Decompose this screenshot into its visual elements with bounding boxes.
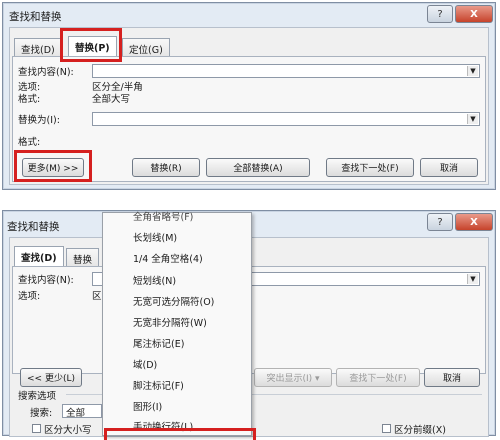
highlight-replace-tab (60, 28, 122, 62)
highlight-menu-item (104, 428, 256, 440)
close-button[interactable]: X (455, 213, 493, 231)
search-direction-value: 全部 (66, 408, 86, 419)
replace-format-label: 格式: (18, 137, 41, 148)
format-value: 全部大写 (92, 94, 131, 105)
menu-item[interactable]: 脚注标记(F) (133, 378, 184, 392)
search-options-heading: 搜索选项 (18, 391, 57, 402)
search-label: 搜索: (30, 408, 53, 419)
dialog-title: 查找和替换 (9, 11, 62, 23)
replace-button[interactable]: 替换(R) (132, 158, 200, 177)
match-prefix-checkbox[interactable] (382, 424, 391, 433)
less-button[interactable]: << 更少(L) (20, 368, 82, 387)
dropdown-arrow-icon[interactable]: ▼ (467, 114, 478, 124)
cancel-button[interactable]: 取消 (424, 368, 480, 387)
tab-goto[interactable]: 定位(G) (122, 38, 170, 56)
match-case-checkbox[interactable] (32, 424, 41, 433)
menu-item[interactable]: 1/4 全角空格(4) (133, 251, 203, 265)
menu-item[interactable]: 域(D) (133, 357, 157, 371)
dropdown-arrow-icon[interactable]: ▼ (467, 66, 478, 76)
search-direction-select[interactable]: 全部 (62, 404, 102, 419)
find-label: 查找内容(N): (18, 275, 74, 286)
replace-all-button[interactable]: 全部替换(A) (206, 158, 310, 177)
find-label: 查找内容(N): (18, 67, 74, 78)
options-value: 区 (92, 291, 102, 302)
options-label: 选项: (18, 291, 41, 302)
replace-label: 替换为(I): (18, 115, 60, 126)
help-button[interactable]: ? (427, 213, 453, 231)
find-next-button[interactable]: 查找下一处(F) (326, 158, 414, 177)
menu-item[interactable]: 全角省略号(F) (133, 209, 193, 223)
match-case-label: 区分大小写 (44, 425, 92, 436)
special-character-menu: 全角省略号(F) 长划线(M) 1/4 全角空格(4) 短划线(N) 无宽可选分… (102, 212, 252, 436)
menu-item[interactable]: 长划线(M) (133, 230, 177, 244)
match-prefix-label: 区分前缀(X) (394, 425, 446, 436)
menu-item[interactable]: 短划线(N) (133, 273, 176, 287)
format-label: 格式: (18, 94, 41, 105)
cancel-button[interactable]: 取消 (420, 158, 478, 177)
tab-replace[interactable]: 替换 (66, 248, 100, 266)
highlight-more-button (14, 150, 92, 182)
highlight-button[interactable]: 突出显示(I) ▾ (254, 368, 332, 387)
find-input[interactable]: ▼ (92, 64, 480, 78)
help-button[interactable]: ? (427, 5, 453, 23)
replace-input[interactable]: ▼ (92, 112, 480, 126)
menu-item[interactable]: 无宽非分隔符(W) (133, 315, 207, 329)
find-next-button[interactable]: 查找下一处(F) (336, 368, 420, 387)
tab-find[interactable]: 查找(D) (14, 246, 64, 266)
dialog-title: 查找和替换 (7, 221, 60, 233)
menu-item[interactable]: 无宽可选分隔符(O) (133, 294, 214, 308)
close-button[interactable]: X (455, 5, 493, 23)
dropdown-arrow-icon[interactable]: ▼ (467, 274, 478, 284)
menu-item[interactable]: 图形(I) (133, 399, 162, 413)
tab-find[interactable]: 查找(D) (14, 38, 62, 56)
menu-item[interactable]: 尾注标记(E) (133, 336, 184, 350)
